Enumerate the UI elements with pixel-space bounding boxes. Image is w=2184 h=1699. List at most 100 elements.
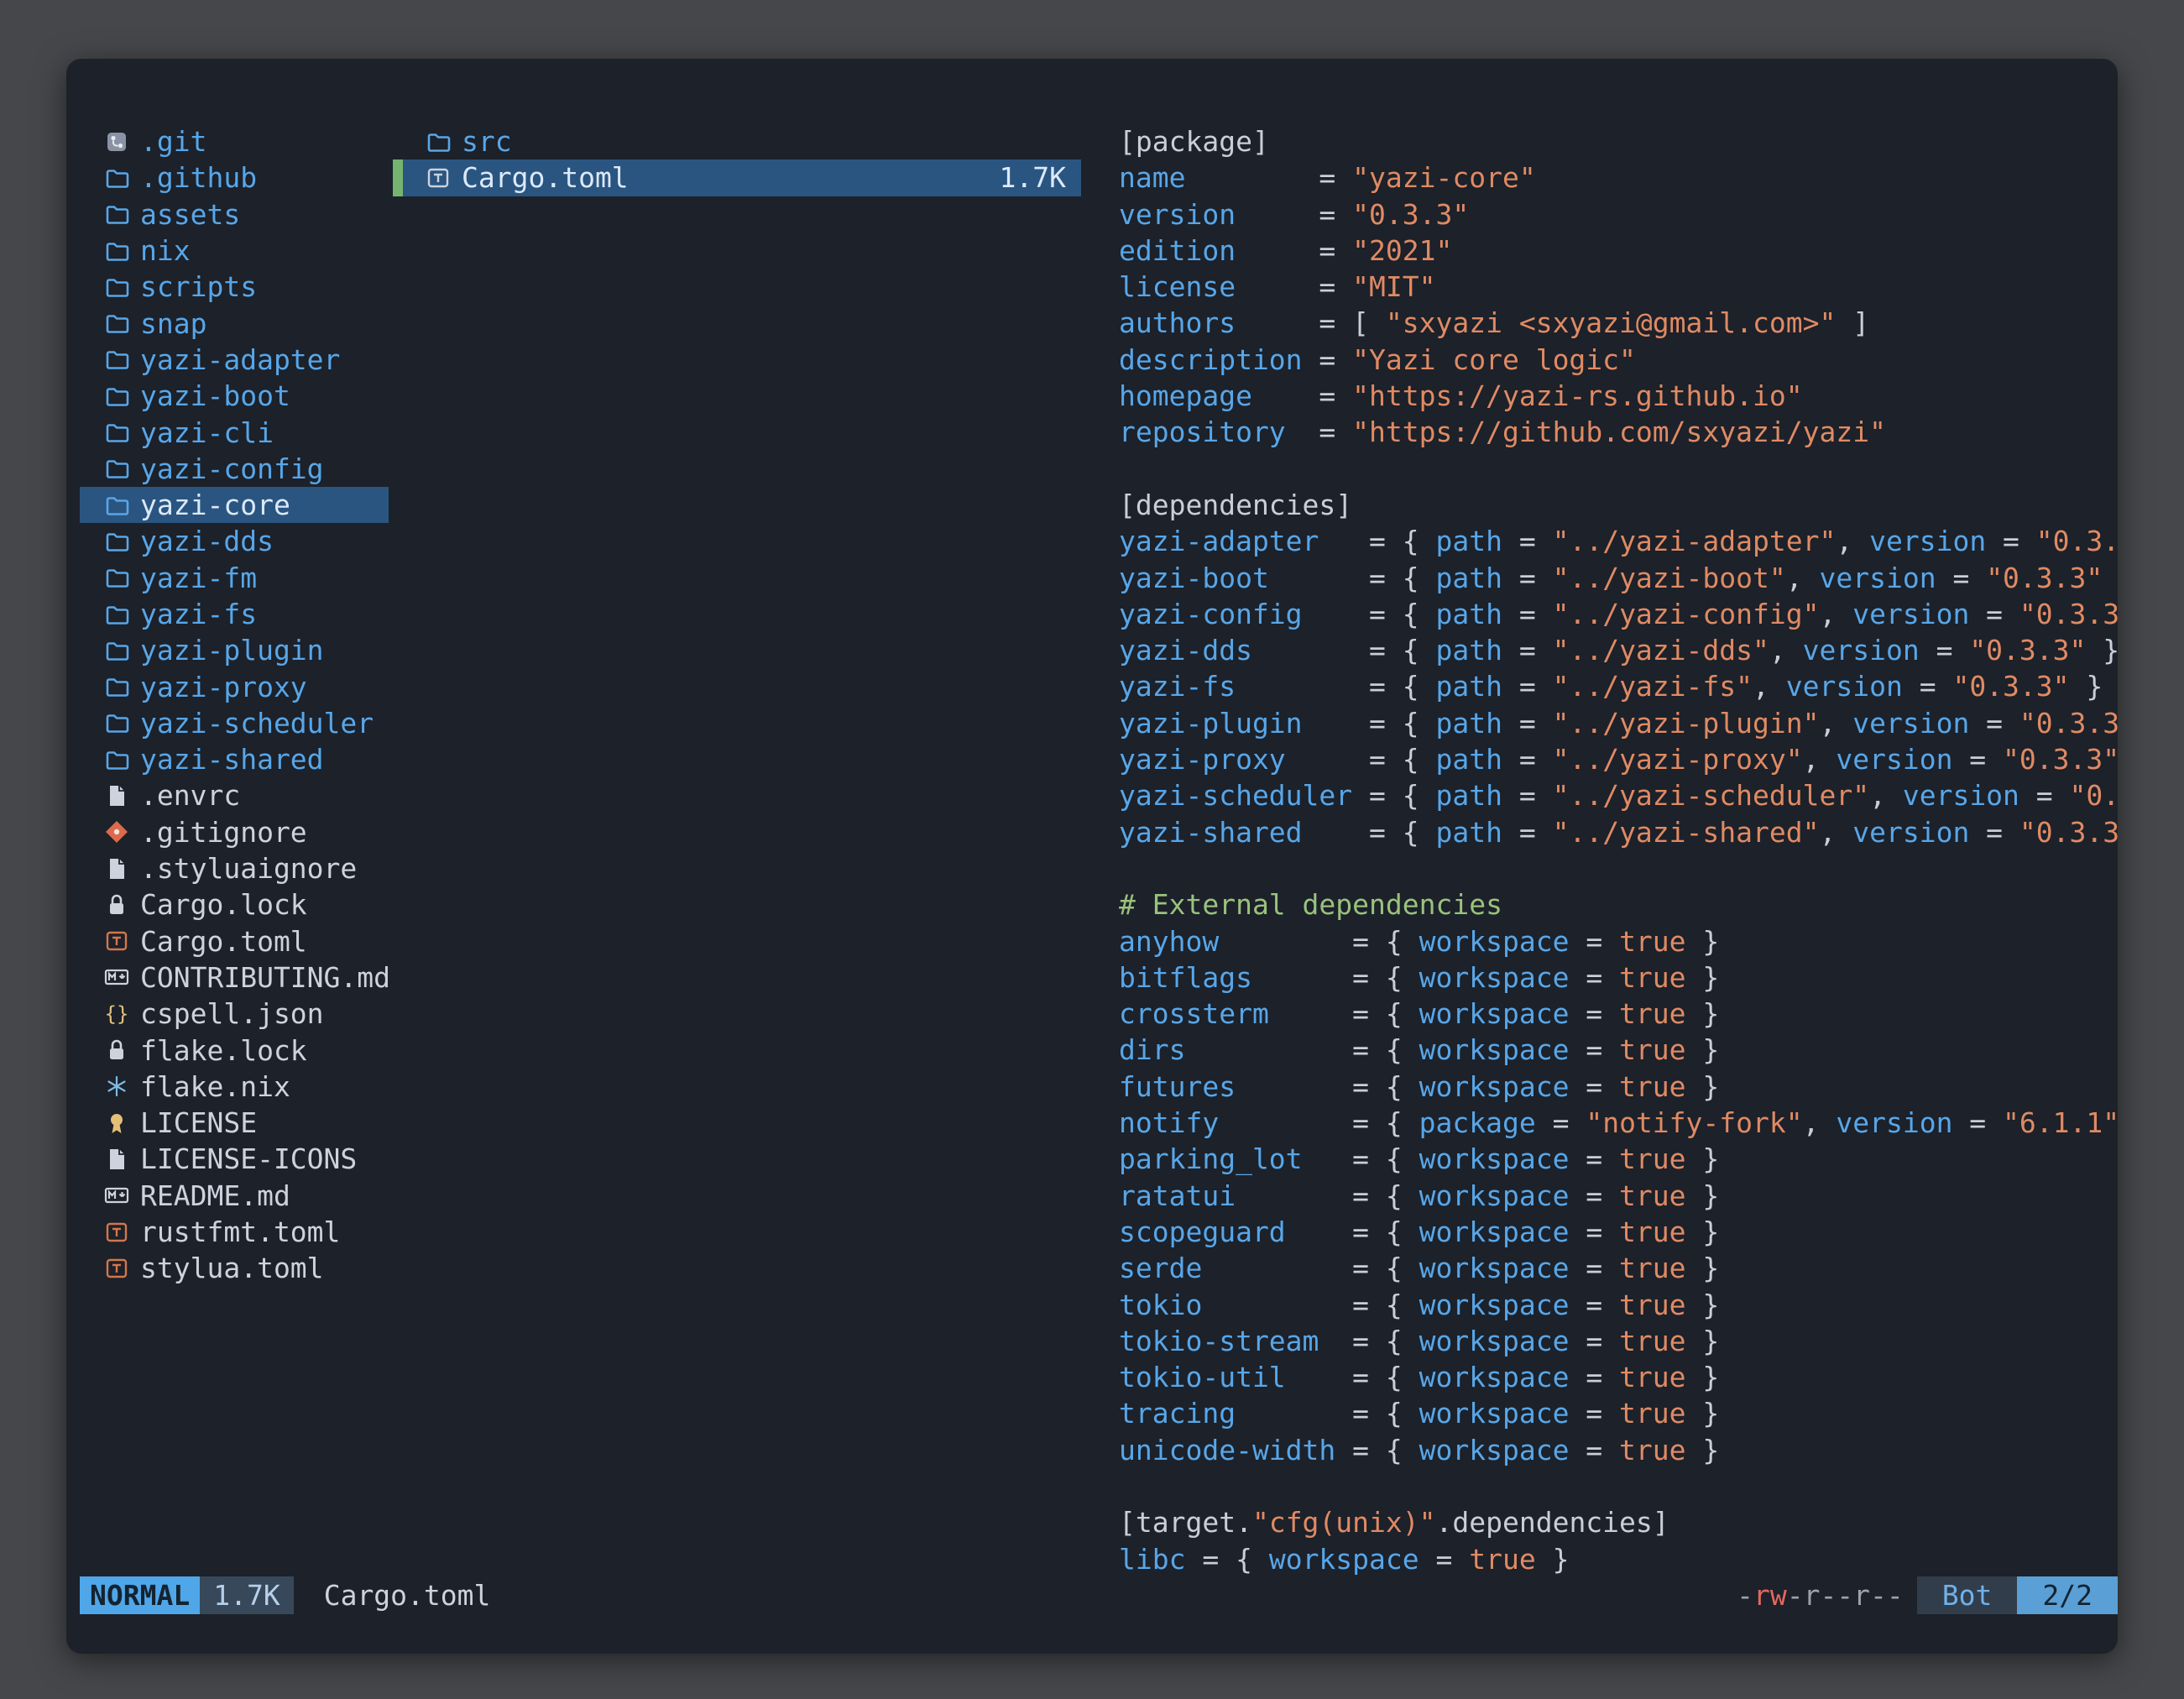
dir-row[interactable]: yazi-proxy [80,668,389,704]
folder-icon [102,308,132,338]
file-label: yazi-boot [140,379,290,412]
dir-row[interactable]: yazi-dds [80,523,389,559]
folder-icon [102,236,132,266]
code-line: yazi-fs = { path = "../yazi-fs", version… [1119,668,2118,704]
file-label: Cargo.toml [462,161,629,194]
dir-row[interactable]: scripts [80,269,389,305]
dir-row[interactable]: yazi-adapter [80,342,389,378]
file-row[interactable]: Cargo.toml [80,923,389,959]
folder-icon [102,708,132,738]
code-line: repository = "https://github.com/sxyazi/… [1119,414,2118,450]
markdown-icon [102,1180,132,1210]
file-label: .styluaignore [140,852,357,885]
dir-row[interactable]: yazi-boot [80,378,389,414]
dir-row[interactable]: yazi-fs [80,596,389,632]
folder-icon [102,490,132,520]
dir-row[interactable]: src [393,123,1081,159]
code-line: yazi-proxy = { path = "../yazi-proxy", v… [1119,741,2118,777]
file-row[interactable]: rustfmt.toml [80,1214,389,1250]
file-preview-pane: [package]name = "yazi-core"version = "0.… [1119,123,2118,1577]
file-row[interactable]: README.md [80,1178,389,1214]
file-label: yazi-fm [140,562,257,594]
file-counter-badge: 2/2 [2017,1576,2118,1614]
code-line: tokio = { workspace = true } [1119,1287,2118,1323]
code-line: [dependencies] [1119,487,2118,523]
dir-row[interactable]: snap [80,305,389,341]
snowflake-icon [102,1071,132,1101]
code-line: yazi-adapter = { path = "../yazi-adapter… [1119,523,2118,559]
file-label: yazi-adapter [140,343,340,376]
code-line: scopeguard = { workspace = true } [1119,1214,2118,1250]
file-label: LICENSE-ICONS [140,1142,357,1175]
file-label: src [462,125,512,158]
dir-row[interactable]: yazi-shared [80,741,389,777]
file-label: CONTRIBUTING.md [140,961,389,994]
dir-row[interactable]: yazi-scheduler [80,705,389,741]
code-line: description = "Yazi core logic" [1119,342,2118,378]
file-row[interactable]: .gitignore [80,814,389,850]
dir-row[interactable]: assets [80,196,389,233]
file-row[interactable]: .styluaignore [80,850,389,886]
file-label: yazi-scheduler [140,707,374,740]
code-line: dirs = { workspace = true } [1119,1032,2118,1068]
file-row[interactable]: stylua.toml [80,1250,389,1286]
folder-icon [102,199,132,229]
code-line: libc = { workspace = true } [1119,1541,2118,1577]
dir-row[interactable]: .github [80,159,389,196]
current-directory-pane: srcCargo.toml1.7K [393,123,1081,196]
folder-icon [102,272,132,302]
status-bar: NORMAL 1.7K Cargo.toml -rw-r--r-- Bot 2/… [66,1576,2118,1614]
file-label: .github [140,161,257,194]
code-line: # External dependencies [1119,886,2118,923]
dir-row[interactable]: yazi-cli [80,414,389,450]
file-row[interactable]: {}cspell.json [80,996,389,1032]
file-label: yazi-proxy [140,671,307,703]
scroll-position-badge: Bot [1917,1576,2018,1614]
git-ignore-icon [102,817,132,847]
code-line: yazi-scheduler = { path = "../yazi-sched… [1119,777,2118,813]
file-icon [102,781,132,811]
license-icon [102,1108,132,1138]
code-line: license = "MIT" [1119,269,2118,305]
code-line: yazi-config = { path = "../yazi-config",… [1119,596,2118,632]
dir-row[interactable]: yazi-config [80,451,389,487]
file-row[interactable]: Cargo.toml1.7K [393,159,1081,196]
file-row[interactable]: Cargo.lock [80,886,389,923]
file-label: stylua.toml [140,1252,324,1284]
folder-icon [102,344,132,374]
code-line [1119,850,2118,886]
folder-icon [102,526,132,557]
folder-icon [102,417,132,447]
code-line: bitflags = { workspace = true } [1119,959,2118,996]
file-label: yazi-plugin [140,634,324,667]
dir-row[interactable]: .git [80,123,389,159]
status-spacer [490,1576,1737,1614]
folder-icon [102,745,132,775]
file-row[interactable]: CONTRIBUTING.md [80,959,389,996]
folder-icon [102,672,132,702]
file-row[interactable]: LICENSE [80,1105,389,1141]
file-label: yazi-shared [140,743,324,776]
code-line: anyhow = { workspace = true } [1119,923,2118,959]
file-row[interactable]: .envrc [80,777,389,813]
toml-icon [102,1253,132,1283]
file-label: Cargo.toml [140,925,307,958]
code-line: tokio-util = { workspace = true } [1119,1359,2118,1395]
dir-row[interactable]: nix [80,233,389,269]
code-line: homepage = "https://yazi-rs.github.io" [1119,378,2118,414]
file-row[interactable]: flake.nix [80,1069,389,1105]
dir-row[interactable]: yazi-fm [80,560,389,596]
file-row[interactable]: flake.lock [80,1032,389,1068]
file-label: flake.nix [140,1070,290,1103]
code-line: yazi-shared = { path = "../yazi-shared",… [1119,814,2118,850]
folder-icon [102,163,132,193]
dir-row[interactable]: yazi-plugin [80,632,389,668]
file-label: yazi-core [140,489,290,521]
toml-icon [102,1217,132,1247]
terminal-window: .git.githubassetsnixscriptssnapyazi-adap… [66,59,2118,1654]
dir-row[interactable]: yazi-core [80,487,389,523]
file-row[interactable]: LICENSE-ICONS [80,1141,389,1177]
mode-indicator: NORMAL [80,1576,200,1614]
file-label: cspell.json [140,997,324,1030]
folder-icon [102,453,132,484]
